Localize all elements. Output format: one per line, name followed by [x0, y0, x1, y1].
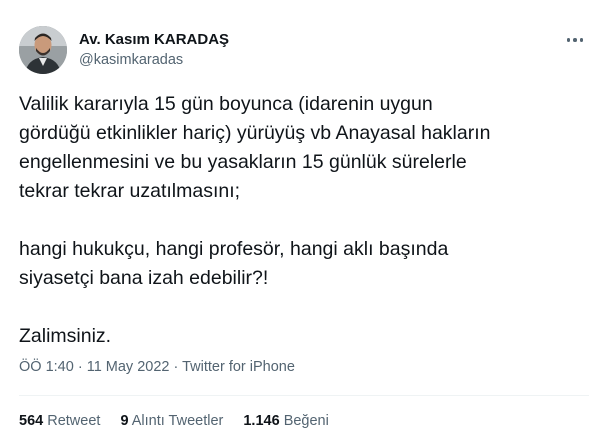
- more-horizontal-icon-dot: [573, 38, 577, 42]
- avatar-photo: [19, 26, 67, 74]
- likes-count: 1.146: [243, 413, 280, 429]
- tweet-card: Av. Kasım KARADAŞ @kasimkaradas Valilik …: [0, 0, 604, 443]
- tweet-line: Valilik kararıyla 15 gün boyunca (idaren…: [19, 93, 433, 115]
- tweet-stats: 564 Retweet 9 Alıntı Tweetler 1.146 Beğe…: [19, 413, 349, 429]
- more-horizontal-icon-dot: [579, 38, 584, 42]
- tweet-meta: ÖÖ 1:40 · 11 May 2022 · Twitter for iPho…: [19, 359, 295, 375]
- more-options-button[interactable]: [564, 30, 586, 50]
- tweet-line: Zalimsiniz.: [19, 325, 112, 347]
- tweet-line: engellenmesini ve bu yasakların 15 günlü…: [19, 151, 467, 173]
- meta-separator: ·: [169, 359, 183, 375]
- tweet-date[interactable]: 11 May 2022: [87, 359, 170, 375]
- quotes-label: Alıntı Tweetler: [131, 413, 224, 429]
- tweet-line: hangi hukukçu, hangi profesör, hangi akl…: [19, 238, 449, 260]
- quotes-count: 9: [120, 413, 129, 429]
- avatar[interactable]: [19, 26, 67, 74]
- more-horizontal-icon: [566, 38, 571, 42]
- tweet-source[interactable]: Twitter for iPhone: [182, 359, 295, 375]
- tweet-line: gördüğü etkinlikler hariç) yürüyüş vb An…: [19, 122, 491, 144]
- meta-separator: ·: [73, 359, 87, 375]
- likes-stat[interactable]: 1.146 Beğeni: [243, 413, 328, 429]
- author-name[interactable]: Av. Kasım KARADAŞ: [79, 31, 229, 48]
- divider: [19, 395, 589, 396]
- tweet-time[interactable]: ÖÖ 1:40: [19, 359, 74, 375]
- quote-tweets-stat[interactable]: 9 Alıntı Tweetler: [120, 413, 223, 429]
- tweet-line: siyasetçi bana izah edebilir?!: [19, 267, 269, 289]
- likes-label: Beğeni: [283, 413, 329, 429]
- retweets-stat[interactable]: 564 Retweet: [19, 413, 100, 429]
- tweet-line: tekrar tekrar uzatılmasını;: [19, 180, 241, 202]
- retweets-count: 564: [19, 413, 44, 429]
- author-handle[interactable]: @kasimkaradas: [79, 52, 183, 68]
- tweet-text: Valilik kararıyla 15 gün boyunca (idaren…: [19, 90, 589, 351]
- retweets-label: Retweet: [47, 413, 101, 429]
